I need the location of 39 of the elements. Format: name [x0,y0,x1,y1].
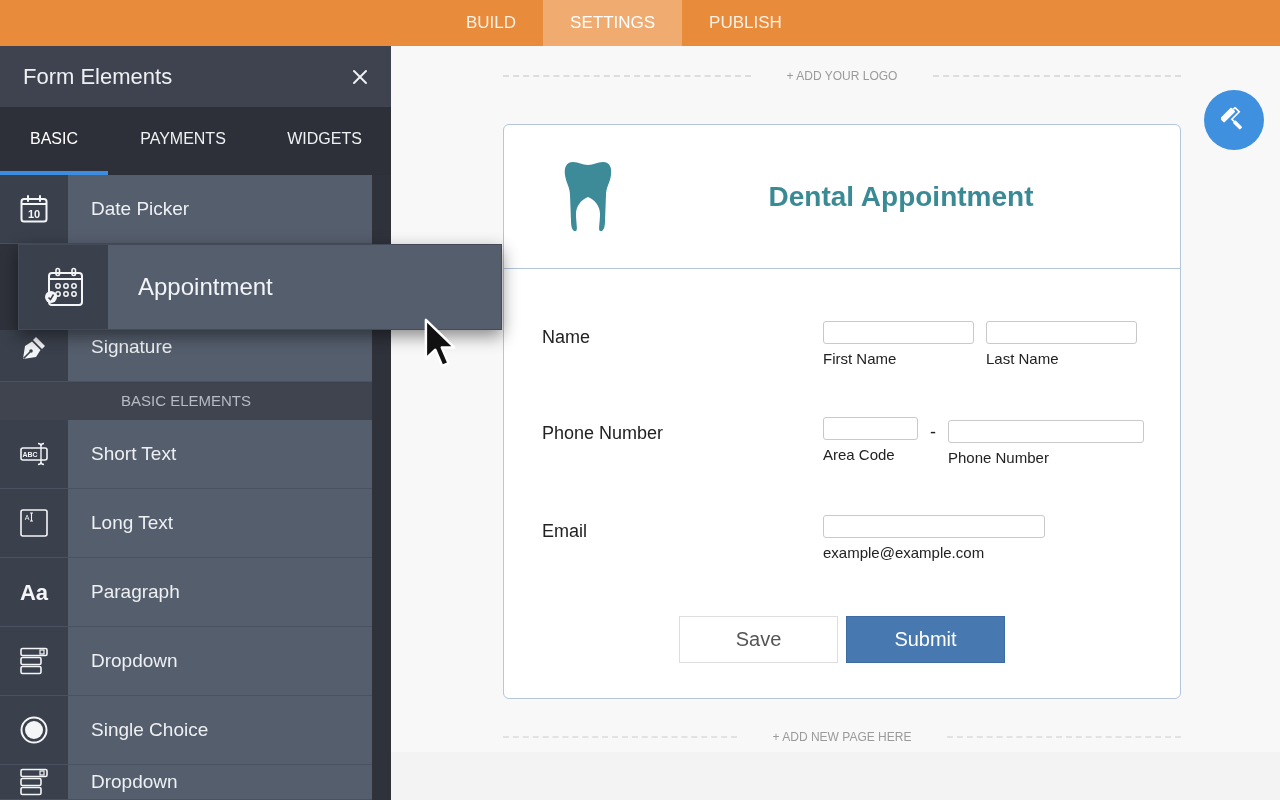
form-title: Dental Appointment [768,179,1034,214]
drag-preview-card[interactable]: Appointment [18,244,502,330]
list-item[interactable]: Dropdown [0,627,372,696]
calendar-icon: 10 [20,195,48,223]
letters-icon: Aa [18,581,50,603]
sublabel: First Name [823,349,898,369]
panel-tab[interactable]: PAYMENTS [108,107,258,175]
dash-separator: - [930,420,936,444]
input-field[interactable] [823,416,918,440]
sublabel: Phone Number [948,447,1050,468]
list-item[interactable]: Dropdown [0,765,372,800]
list-item[interactable]: Single Choice [0,696,372,765]
save-button[interactable]: Save [679,615,838,663]
list-item[interactable]: Signature [0,330,372,382]
element-label: Appointment [138,272,273,302]
sublabel: example@example.com [823,543,986,563]
input-field[interactable] [986,321,1137,344]
pen-nib-icon [21,334,47,361]
cursor-icon [424,318,458,369]
list-item[interactable]: Aa Paragraph [0,558,372,627]
calendar-clock-icon [43,267,84,307]
field-label: Name [542,326,591,349]
input-field[interactable] [948,419,1144,443]
field-label: Phone Number [542,421,665,445]
tooth-icon [564,161,612,232]
sublabel: Area Code [823,444,896,465]
dropdown-icon [20,768,48,796]
sublabel: Last Name [986,349,1060,369]
list-item[interactable]: 10 Date Picker [0,175,372,244]
panel-tab[interactable]: WIDGETS [258,107,391,175]
panel-title: Form Elements [23,63,173,91]
field-label: Email [542,520,588,543]
input-field[interactable] [823,321,974,344]
dropdown-icon [20,647,48,675]
section-header: BASIC ELEMENTS [0,382,372,420]
submit-button[interactable]: Submit [846,615,1005,663]
paint-roller-button[interactable] [1204,90,1264,150]
radio-icon [20,716,48,744]
input-field[interactable] [823,515,1045,538]
